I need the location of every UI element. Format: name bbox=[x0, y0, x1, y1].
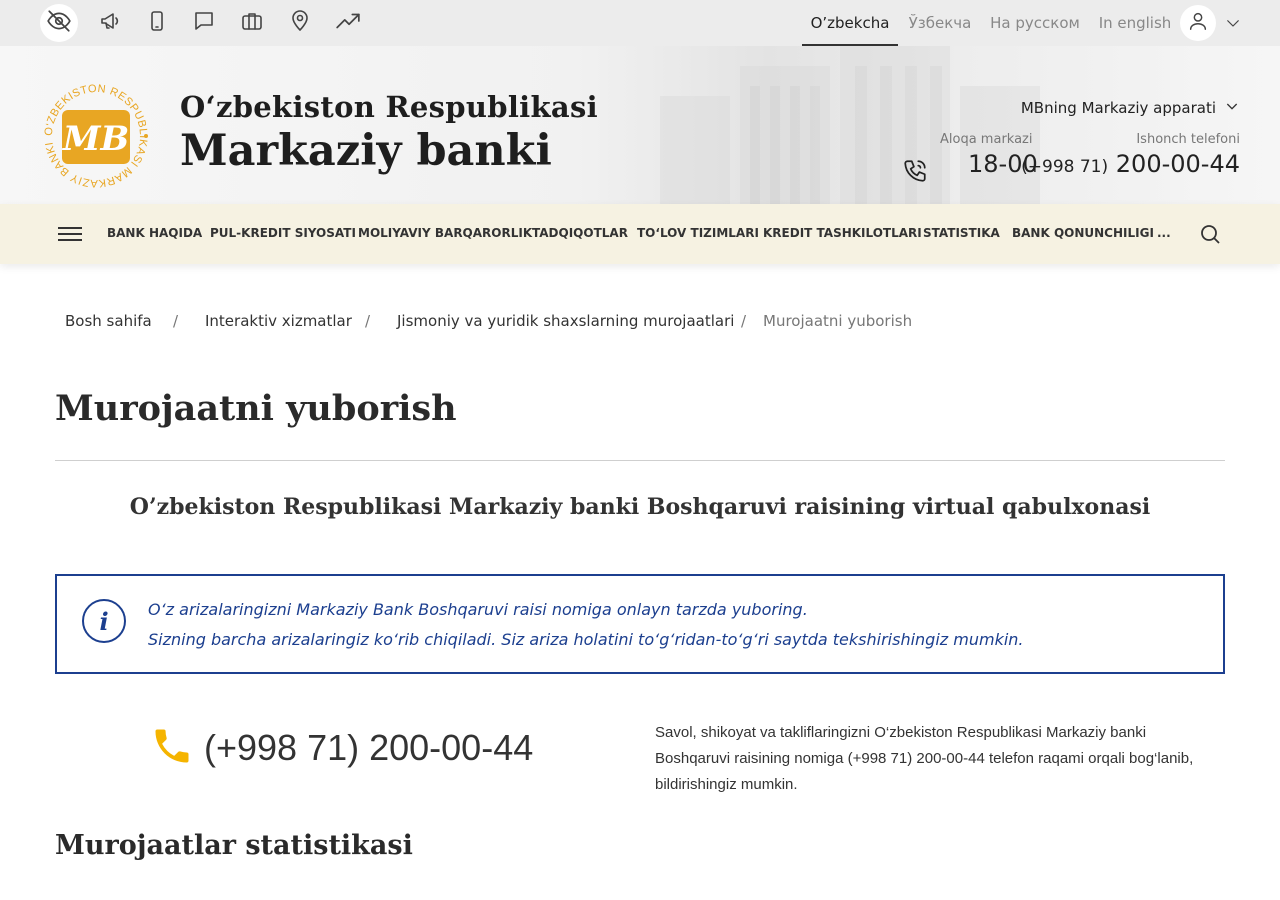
svg-text:MB: MB bbox=[62, 119, 129, 159]
breadcrumb-home[interactable]: Bosh sahifa bbox=[65, 312, 152, 330]
trust-phone-label: Ishonch telefoni bbox=[1136, 132, 1240, 147]
lang-uz-latin[interactable]: O’zbekcha bbox=[802, 0, 898, 46]
map-pin-icon bbox=[288, 9, 312, 37]
nav-item-qonunchilik[interactable]: BANK QONUNCHILIGI bbox=[1012, 226, 1154, 240]
map-button[interactable] bbox=[287, 10, 313, 36]
accessibility-toggle-button[interactable] bbox=[40, 4, 78, 42]
megaphone-icon bbox=[99, 9, 123, 37]
central-bank-logo[interactable]: O‘ZBEKISTON RESPUBLIKASI MARKAZIY BANKI … bbox=[40, 80, 152, 192]
hotline[interactable]: (+998 71) 200-00-44 bbox=[150, 724, 533, 772]
menu-icon[interactable] bbox=[58, 223, 82, 245]
exchange-rates-button[interactable] bbox=[335, 10, 361, 36]
site-header: O‘ZBEKISTON RESPUBLIKASI MARKAZIY BANKI … bbox=[0, 46, 1280, 204]
apparat-dropdown[interactable]: MBning Markaziy apparati bbox=[1021, 98, 1240, 118]
chevron-down-icon[interactable] bbox=[1224, 14, 1242, 36]
phone-call-icon bbox=[902, 158, 928, 188]
user-account-button[interactable] bbox=[1180, 5, 1216, 41]
hotline-description: Savol, shikoyat va takliflaringizni O‘zb… bbox=[655, 724, 1194, 793]
nav-item-pul-kredit[interactable]: PUL-KREDIT SIYOSATI bbox=[210, 226, 356, 240]
mobile-app-button[interactable] bbox=[144, 10, 170, 36]
lang-uz-cyrillic[interactable]: Ўзбекча bbox=[904, 0, 976, 46]
breadcrumb-separator: / bbox=[365, 312, 371, 330]
trust-phone-number[interactable]: (+998 71) 200-00-44 bbox=[1021, 150, 1240, 178]
chat-icon bbox=[192, 9, 216, 37]
lang-en[interactable]: In english bbox=[1094, 0, 1176, 46]
nav-item-more[interactable]: ... bbox=[1157, 226, 1171, 240]
breadcrumb-current: Murojaatni yuborish bbox=[763, 312, 913, 330]
breadcrumb-separator: / bbox=[741, 312, 747, 330]
nav-item-statistika[interactable]: STATISTIKA bbox=[923, 226, 1000, 240]
careers-button[interactable] bbox=[239, 10, 265, 36]
search-icon[interactable] bbox=[1198, 222, 1222, 250]
chevron-down-icon bbox=[1224, 98, 1240, 118]
nav-item-kredit[interactable]: KREDIT TASHKILOTLARI bbox=[763, 226, 922, 240]
building-background bbox=[660, 46, 1040, 204]
nav-item-bank-haqida[interactable]: BANK HAQIDA bbox=[107, 226, 202, 240]
apparat-label: MBning Markaziy apparati bbox=[1020, 99, 1216, 117]
announcements-button[interactable] bbox=[98, 10, 124, 36]
info-line-2: Sizning barcha arizalaringiz ko‘rib chiq… bbox=[148, 630, 1024, 649]
info-icon: i bbox=[81, 598, 127, 648]
hotline-number: (+998 71) 200-00-44 bbox=[204, 727, 534, 768]
info-box: i O‘z arizalaringizni Markaziy Bank Bosh… bbox=[55, 574, 1225, 674]
contact-center-label: Aloqa markazi bbox=[940, 132, 1033, 147]
breadcrumb-separator: / bbox=[173, 312, 179, 330]
page-title: Murojaatni yuborish bbox=[55, 388, 457, 429]
info-line-1: O‘z arizalaringizni Markaziy Bank Boshqa… bbox=[148, 600, 808, 619]
site-title-line1: O‘zbekiston Respublikasi bbox=[180, 90, 598, 124]
trust-phone-main: 200-00-44 bbox=[1115, 150, 1240, 178]
feedback-button[interactable] bbox=[191, 10, 217, 36]
site-title-line2[interactable]: Markaziy banki bbox=[180, 126, 552, 176]
divider bbox=[55, 460, 1225, 461]
statistics-title: Murojaatlar statistikasi bbox=[55, 830, 413, 861]
eye-off-icon bbox=[46, 8, 72, 38]
trust-phone-prefix: (+998 71) bbox=[1021, 157, 1109, 177]
briefcase-icon bbox=[240, 9, 264, 37]
svg-text:i: i bbox=[99, 607, 108, 636]
main-nav: BANK HAQIDA PUL-KREDIT SIYOSATI MOLIYAVI… bbox=[0, 204, 1280, 264]
breadcrumb-interactive[interactable]: Interaktiv xizmatlar bbox=[205, 312, 352, 330]
top-bar: O’zbekcha Ўзбекча На русском In english bbox=[0, 0, 1280, 46]
mobile-icon bbox=[145, 9, 169, 37]
user-icon bbox=[1187, 10, 1209, 36]
page-subtitle: O’zbekiston Respublikasi Markaziy banki … bbox=[129, 494, 1151, 520]
trending-up-icon bbox=[335, 8, 361, 38]
phone-icon bbox=[150, 724, 194, 772]
nav-item-tadqiqotlar[interactable]: TADQIQOTLAR bbox=[532, 226, 628, 240]
nav-item-tolov[interactable]: TO‘LOV TIZIMLARI bbox=[637, 226, 759, 240]
lang-ru[interactable]: На русском bbox=[986, 0, 1084, 46]
nav-item-moliyaviy[interactable]: MOLIYAVIY BARQARORLIK bbox=[358, 226, 532, 240]
breadcrumb-appeals[interactable]: Jismoniy va yuridik shaxslarning murojaa… bbox=[397, 312, 734, 330]
